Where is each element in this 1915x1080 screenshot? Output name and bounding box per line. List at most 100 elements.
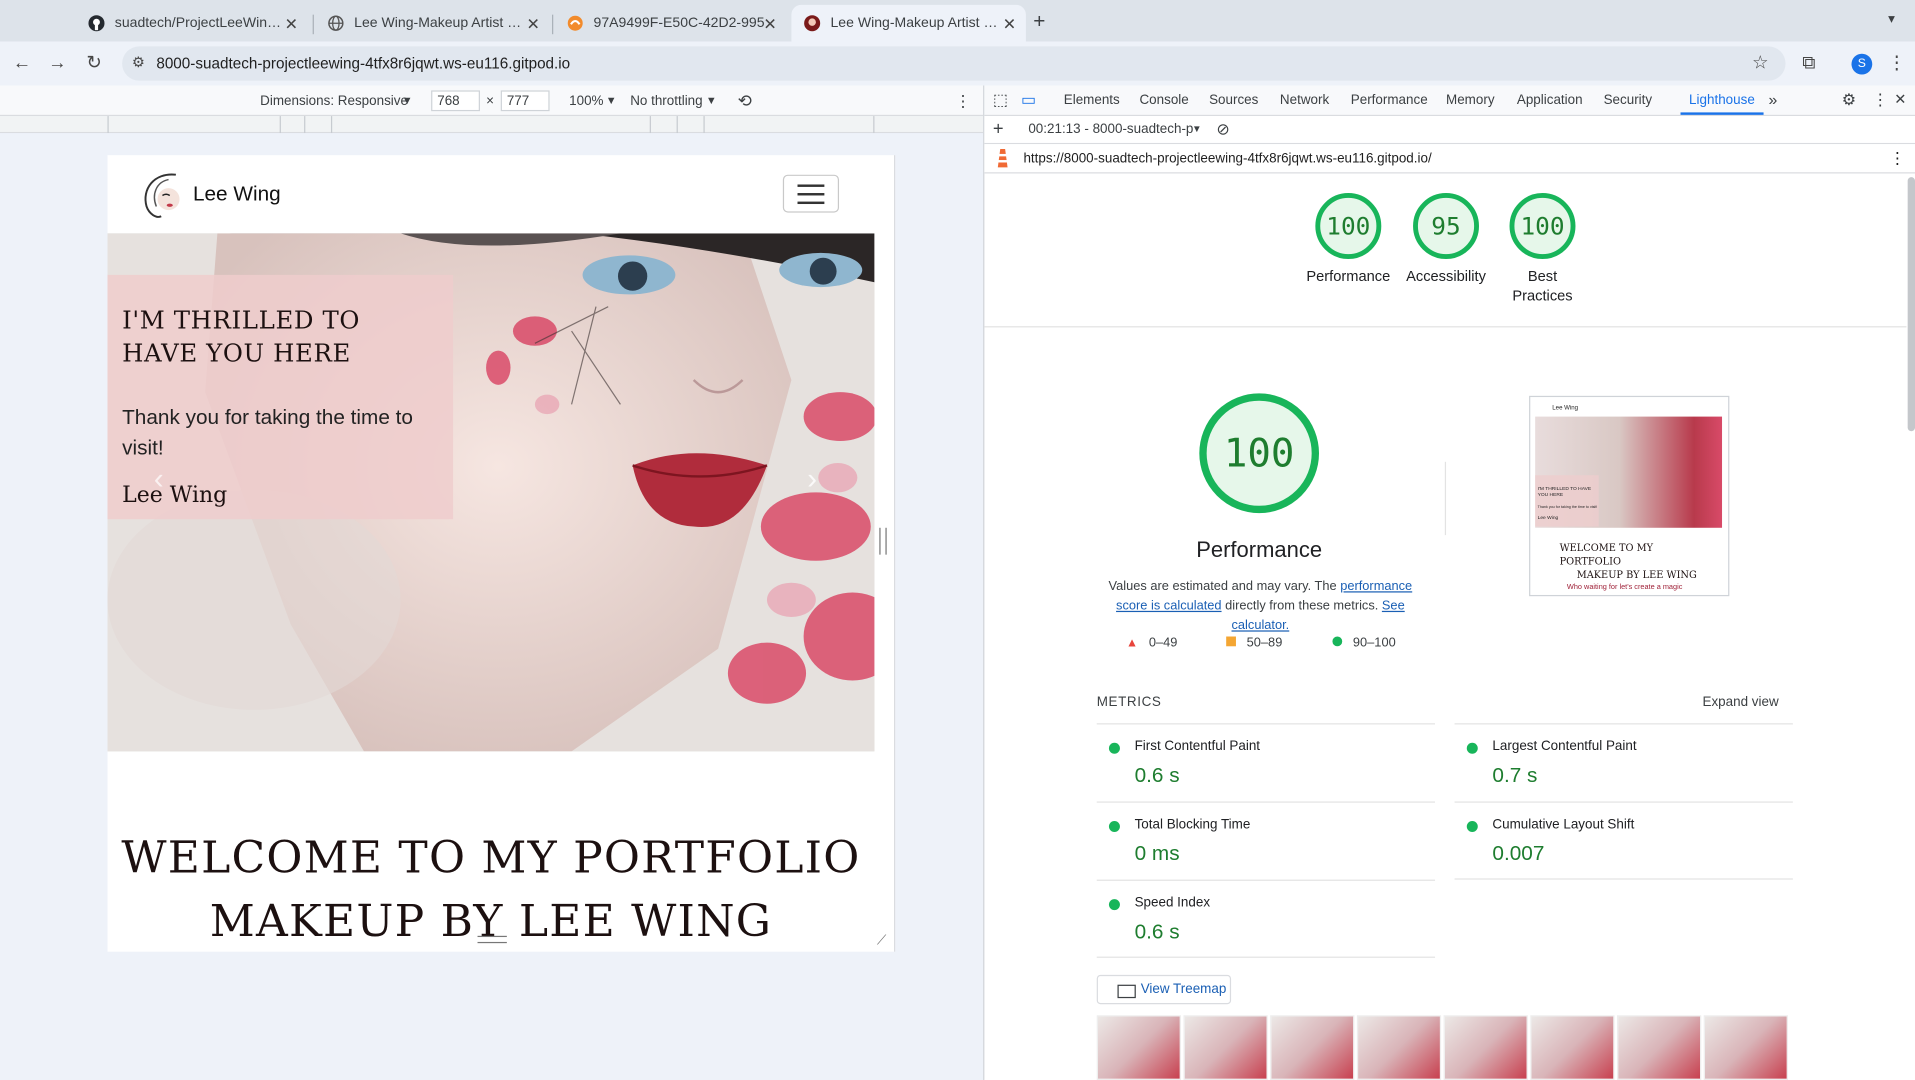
- github-icon: [88, 15, 105, 32]
- performance-description: Values are estimated and may vary. The p…: [1108, 579, 1413, 633]
- inspect-element-icon[interactable]: ⬚: [993, 90, 1008, 110]
- tab-search-icon[interactable]: ▾: [1888, 11, 1895, 27]
- extensions-icon[interactable]: ⧉: [1797, 51, 1821, 75]
- welcome-line-1: WELCOME TO MY PORTFOLIO: [121, 833, 861, 884]
- report-menu-icon[interactable]: ⋮: [1889, 149, 1905, 169]
- close-icon[interactable]: ✕: [285, 15, 298, 35]
- square-icon: [1226, 636, 1236, 647]
- tab-lighthouse[interactable]: Lighthouse: [1689, 93, 1755, 108]
- resize-handle-bottom[interactable]: [477, 935, 507, 944]
- close-devtools-icon[interactable]: ✕: [1894, 90, 1906, 107]
- preview-hero: I'M THRILLED TO HAVE YOU HERE Thank you …: [1535, 416, 1723, 528]
- carousel-next-icon[interactable]: ›: [807, 463, 817, 497]
- back-arrow-icon[interactable]: ←: [10, 51, 34, 75]
- brand-name[interactable]: Lee Wing: [193, 182, 281, 206]
- tab-performance[interactable]: Performance: [1351, 93, 1428, 108]
- clear-reports-icon[interactable]: ⊘: [1216, 120, 1229, 140]
- legend-fail: ▲ 0–49: [1126, 635, 1178, 650]
- app-icon: [567, 15, 584, 32]
- browser-menu-icon[interactable]: ⋮: [1884, 51, 1908, 75]
- device-toolbar: Dimensions: Responsive ▼ 768 × 777 100% …: [0, 85, 984, 117]
- pass-dot-icon: [1466, 820, 1478, 832]
- bookmark-star-icon[interactable]: ☆: [1752, 51, 1768, 74]
- tab-network[interactable]: Network: [1280, 93, 1329, 108]
- metric-tbt: Total Blocking Time 0 ms: [1096, 801, 1436, 879]
- close-icon[interactable]: ✕: [763, 15, 776, 35]
- lighthouse-toolbar: + 00:21:13 - 8000-suadtech-p ▼ ⊘: [984, 116, 1915, 145]
- resize-handle-right[interactable]: [879, 527, 887, 555]
- divider: [1444, 461, 1447, 536]
- filmstrip-frame: [1703, 1015, 1788, 1080]
- metric-cls: Cumulative Layout Shift 0.007: [1454, 801, 1793, 879]
- throttling-dropdown[interactable]: No throttling: [630, 94, 702, 109]
- rotate-icon[interactable]: ⟲: [738, 90, 752, 111]
- tab-elements[interactable]: Elements: [1064, 93, 1120, 108]
- browser-tab-github[interactable]: suadtech/ProjectLeeWing: Fir ✕: [76, 5, 308, 42]
- tab-memory[interactable]: Memory: [1446, 93, 1495, 108]
- navbar-toggle-button[interactable]: [782, 174, 840, 213]
- report-select[interactable]: 00:21:13 - 8000-suadtech-p: [1028, 122, 1193, 137]
- tab-console[interactable]: Console: [1139, 93, 1188, 108]
- view-treemap-button[interactable]: View Treemap: [1096, 974, 1232, 1005]
- devtools-panel: ⬚ ▭ Elements Console Sources Network Per…: [983, 85, 1915, 1080]
- hero-carousel: I'M THRILLED TO HAVE YOU HERE Thank you …: [107, 233, 875, 752]
- score-accessibility[interactable]: 95 Accessibility: [1392, 193, 1499, 286]
- close-icon[interactable]: ✕: [526, 15, 539, 35]
- media-query-bar[interactable]: [0, 116, 984, 134]
- more-options-icon[interactable]: ⋮: [955, 92, 971, 112]
- device-toggle-icon[interactable]: ▭: [1021, 90, 1036, 110]
- devtools-tab-bar: ⬚ ▭ Elements Console Sources Network Per…: [984, 85, 1915, 117]
- url-text: 8000-suadtech-projectleewing-4tfx8r6jqwt…: [156, 54, 571, 73]
- chevron-down-icon: ▼: [401, 94, 413, 107]
- chevron-down-icon: ▼: [1191, 123, 1202, 135]
- score-performance[interactable]: 100 Performance: [1295, 193, 1402, 286]
- carousel-prev-icon[interactable]: ‹: [154, 463, 164, 497]
- globe-icon: [327, 15, 344, 32]
- treemap-icon: [1117, 984, 1136, 999]
- lighthouse-icon: [994, 148, 1011, 169]
- resize-corner-icon[interactable]: ⟋: [877, 933, 886, 949]
- forward-arrow-icon[interactable]: →: [45, 51, 69, 75]
- hero-heading: I'M THRILLED TO HAVE YOU HERE: [122, 305, 360, 368]
- tab-title: suadtech/ProjectLeeWing: Fir: [114, 15, 286, 31]
- tab-title: 97A9499F-E50C-42D2-995: [593, 15, 765, 31]
- reload-icon[interactable]: ↻: [82, 51, 106, 75]
- browser-tab-portfolio[interactable]: Lee Wing-Makeup Artist Portf ✕: [315, 5, 549, 42]
- tab-sources[interactable]: Sources: [1209, 93, 1258, 108]
- final-screenshot[interactable]: Lee Wing I'M THRILLED TO HAVE YOU HERE T…: [1529, 395, 1730, 597]
- tab-title: Lee Wing-Makeup Artist Portf: [830, 15, 1002, 31]
- filmstrip-frame: [1530, 1015, 1615, 1080]
- report-url[interactable]: https://8000-suadtech-projectleewing-4tf…: [1023, 151, 1431, 166]
- browser-tab-doc[interactable]: 97A9499F-E50C-42D2-995 ✕: [554, 5, 786, 42]
- legend-average: 50–89: [1226, 635, 1282, 650]
- new-tab-icon[interactable]: +: [1033, 10, 1045, 34]
- score-best-practices[interactable]: 100 Best Practices: [1489, 193, 1596, 305]
- devtools-scrollbar[interactable]: [1907, 177, 1915, 432]
- tab-security[interactable]: Security: [1604, 93, 1653, 108]
- metric-si: Speed Index 0.6 s: [1096, 879, 1436, 958]
- new-report-icon[interactable]: +: [993, 119, 1004, 140]
- browser-tab-active[interactable]: Lee Wing-Makeup Artist Portf ✕: [791, 4, 1026, 42]
- filmstrip-frame: [1183, 1015, 1268, 1080]
- tab-application[interactable]: Application: [1517, 93, 1583, 108]
- circle-icon: [1332, 636, 1343, 647]
- filmstrip-frame: [1443, 1015, 1528, 1080]
- browser-tab-strip: suadtech/ProjectLeeWing: Fir ✕ Lee Wing-…: [0, 0, 1915, 42]
- browser-toolbar: ← → ↻ ⚙ 8000-suadtech-projectleewing-4tf…: [0, 41, 1915, 86]
- width-input[interactable]: 768: [431, 90, 480, 112]
- zoom-dropdown[interactable]: 100%: [569, 94, 603, 109]
- close-icon[interactable]: ✕: [1003, 15, 1016, 35]
- tab-title: Lee Wing-Makeup Artist Portf: [354, 15, 526, 31]
- profile-avatar[interactable]: S: [1851, 53, 1873, 75]
- site-info-icon[interactable]: ⚙: [132, 54, 145, 71]
- dimensions-dropdown[interactable]: Dimensions: Responsive: [260, 94, 408, 109]
- more-tabs-icon[interactable]: »: [1768, 90, 1777, 108]
- settings-gear-icon[interactable]: ⚙: [1842, 90, 1856, 110]
- legend-pass: 90–100: [1332, 635, 1396, 650]
- address-bar[interactable]: ⚙ 8000-suadtech-projectleewing-4tfx8r6jq…: [122, 46, 1786, 81]
- height-input[interactable]: 777: [500, 90, 550, 112]
- hamburger-icon: [797, 184, 825, 187]
- expand-view-link[interactable]: Expand view: [1702, 695, 1778, 710]
- divider: [984, 326, 1907, 328]
- devtools-menu-icon[interactable]: ⋮: [1872, 90, 1888, 110]
